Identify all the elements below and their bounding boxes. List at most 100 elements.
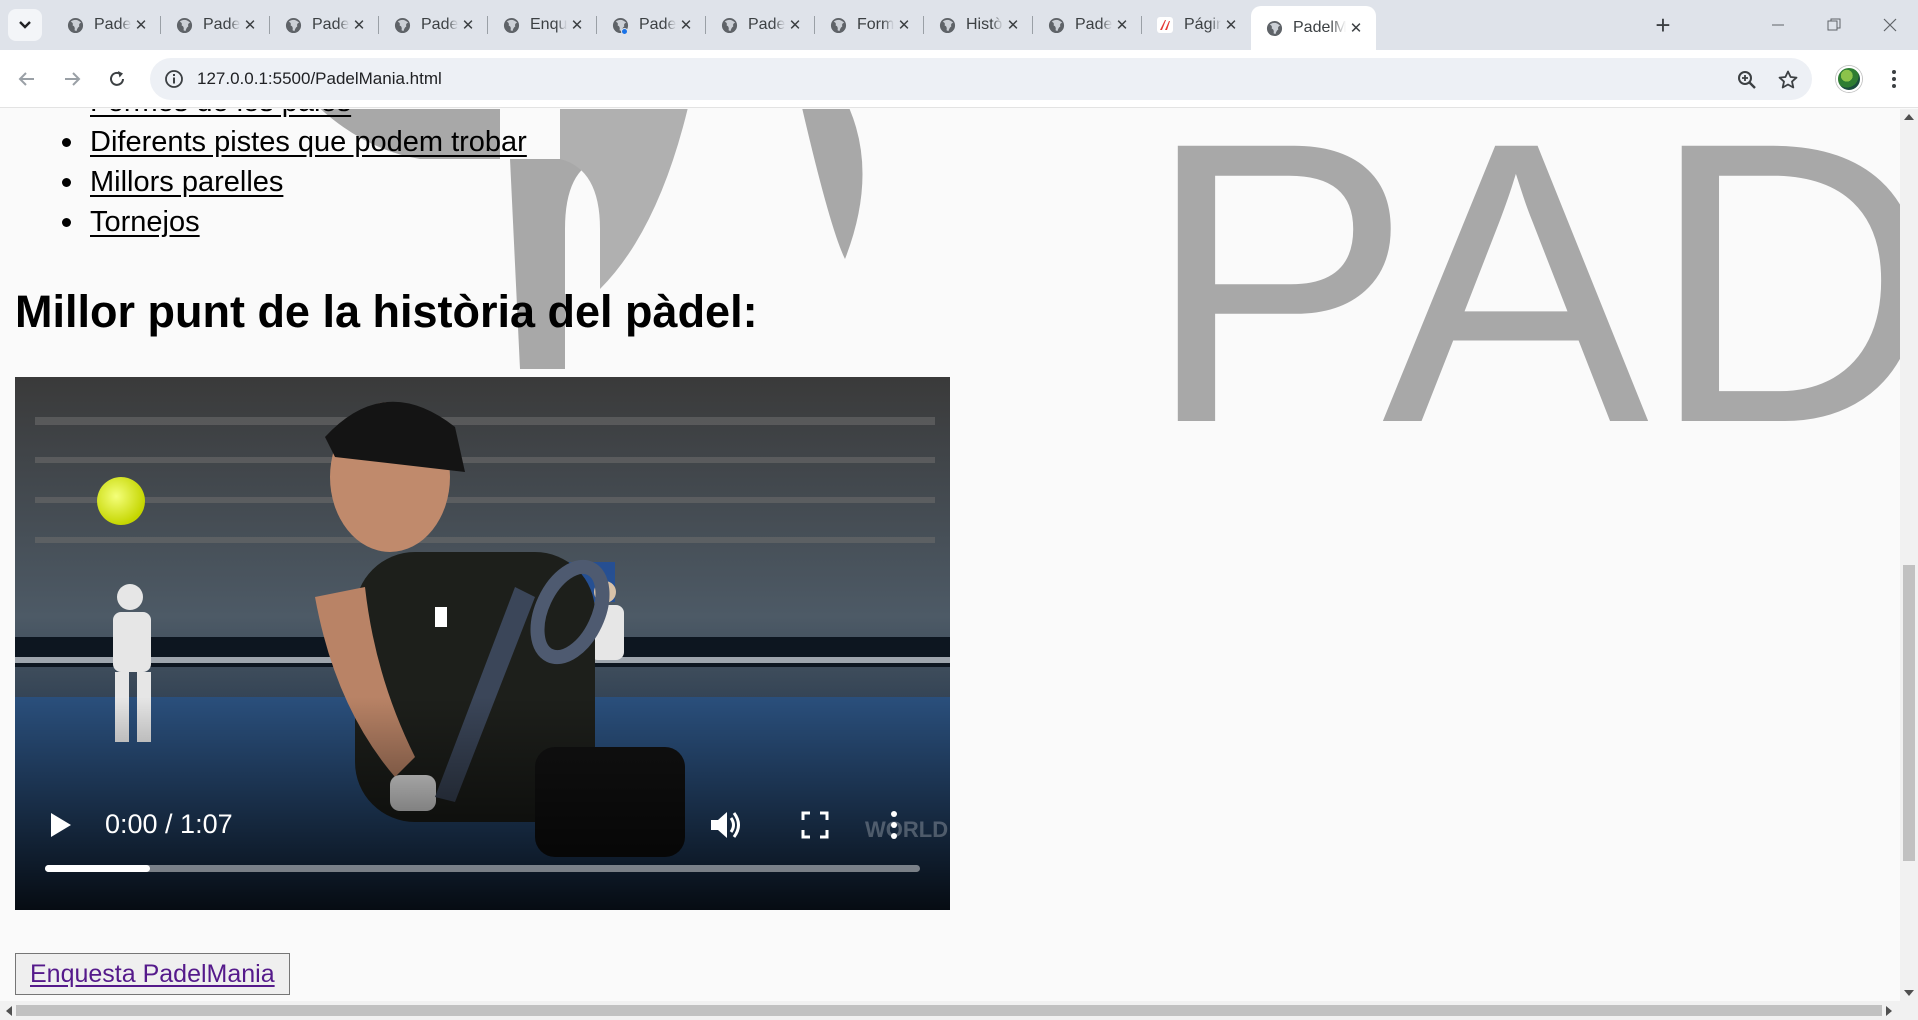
browser-tab[interactable]: PadelMania✕ [1033,8,1142,42]
browser-tab[interactable]: Història✕ [924,8,1033,42]
address-bar[interactable]: 127.0.0.1:5500/PadelMania.html [150,58,1812,100]
plus-icon: + [1655,9,1671,40]
globe-icon [393,16,411,34]
arrow-left-icon [18,72,34,86]
volume-icon[interactable] [707,807,743,843]
tab-close-icon[interactable]: ✕ [349,15,369,35]
tab-loading-indicator [621,28,628,35]
browser-tab[interactable]: PadelMania✕ [379,8,488,42]
minimize-button[interactable] [1750,0,1806,50]
browser-tab[interactable]: PadelMania✕ [161,8,270,42]
tab-close-icon[interactable]: ✕ [1112,15,1132,35]
reload-button[interactable] [101,63,133,95]
tab-title: PadelMania [639,16,676,33]
nav-list-item: Formes de les pales [62,109,527,122]
globe-icon [1265,19,1283,37]
video-watermark: WORLD PADEL [865,817,950,842]
browser-tab[interactable]: PadelMania✕ [270,8,379,42]
play-icon[interactable] [47,809,75,841]
browser-tab[interactable]: PadelMania✕ [706,8,815,42]
topic-nav-list: Formes de les pales Diferents pistes que … [62,109,527,242]
zoom-button[interactable] [1736,69,1758,91]
tab-close-icon[interactable]: ✕ [131,15,151,35]
nav-link[interactable]: Millors parelles [90,166,283,198]
globe-icon [829,16,847,34]
nav-link[interactable]: Tornejos [90,206,200,238]
tab-search-button[interactable] [8,9,42,41]
minimize-icon [1772,24,1784,26]
profile-avatar[interactable] [1836,66,1862,92]
tab-close-icon[interactable]: ✕ [1221,15,1241,35]
tab-title: Història [966,16,1003,33]
laliga-icon [1156,16,1174,34]
scroll-down-arrow-icon[interactable] [1904,990,1914,996]
horizontal-scroll-thumb[interactable] [16,1005,1882,1016]
browser-tab[interactable]: PadelMania✕ [597,8,706,42]
nav-link[interactable]: Formes de les pales [90,109,351,118]
scroll-left-arrow-icon[interactable] [6,1006,12,1016]
globe-icon [720,16,738,34]
address-url: 127.0.0.1:5500/PadelMania.html [197,69,442,88]
chevron-down-icon [19,21,31,29]
zoom-in-icon [1738,71,1756,89]
restore-button[interactable] [1806,0,1862,50]
fullscreen-icon[interactable] [800,810,830,840]
vertical-scrollbar[interactable] [1900,109,1918,1001]
browser-menu-button[interactable] [1880,64,1908,94]
new-tab-button[interactable]: + [1648,10,1678,40]
tab-title: PadelMania [1075,16,1112,33]
nav-list-item: Millors parelles [62,162,527,202]
forward-button[interactable] [56,63,88,95]
tab-title: PadelMania [203,16,240,33]
tab-close-icon[interactable]: ✕ [240,15,260,35]
video-progress-buffered [45,865,150,872]
tab-close-icon[interactable]: ✕ [785,15,805,35]
tab-title: Página [1184,16,1221,33]
vertical-scroll-thumb[interactable] [1903,565,1915,861]
globe-icon [611,16,629,35]
page-heading: Millor punt de la història del pàdel: [15,286,758,337]
tab-close-icon[interactable]: ✕ [567,15,587,35]
tab-title: PadelMania [312,16,349,33]
page-content: Formes de les pales Diferents pistes que … [0,109,1900,1001]
browser-tab[interactable]: Enquesta✕ [488,8,597,42]
tab-close-icon[interactable]: ✕ [458,15,478,35]
more-vert-icon [891,811,897,817]
tab-close-icon[interactable]: ✕ [894,15,914,35]
globe-icon [175,16,193,34]
browser-tab[interactable]: PadelMania✕ [52,8,161,42]
scroll-up-arrow-icon[interactable] [1904,114,1914,120]
tab-title: PadelMania [94,16,131,33]
video-player[interactable]: WORLD PADEL 0:00 / 1:07 [15,377,950,910]
video-progress-bar[interactable] [45,865,920,872]
tab-title: PadelMania [748,16,785,33]
globe-icon [284,16,302,34]
tab-title: PadelMania [1293,19,1346,36]
close-icon [1883,18,1897,32]
site-info-icon[interactable] [164,69,184,89]
tab-title: Enquesta [530,16,567,33]
nav-list-item: Tornejos [62,202,527,242]
arrow-right-icon [65,72,81,86]
video-time: 0:00 / 1:07 [105,809,233,839]
bookmark-button[interactable] [1777,69,1799,91]
reload-icon [110,71,124,86]
survey-link-button[interactable]: Enquesta PadelMania [15,953,290,995]
nav-list-item: Diferents pistes que podem trobar [62,122,527,162]
restore-icon [1827,18,1841,31]
tab-close-icon[interactable]: ✕ [676,15,696,35]
back-button[interactable] [11,63,43,95]
tab-close-icon[interactable]: ✕ [1346,18,1366,38]
nav-link[interactable]: Diferents pistes que podem trobar [90,126,527,158]
more-vert-icon [1892,70,1896,74]
horizontal-scrollbar[interactable] [0,1001,1918,1020]
page-viewport: PAD Formes de les palesDiferents pistes … [0,109,1900,1001]
tab-close-icon[interactable]: ✕ [1003,15,1023,35]
browser-tab[interactable]: Página✕ [1142,8,1251,42]
close-window-button[interactable] [1862,0,1918,50]
browser-tab[interactable]: Formes✕ [815,8,924,42]
tab-active[interactable]: PadelMania✕ [1251,6,1376,50]
video-more-button[interactable] [887,807,901,843]
globe-icon [938,16,956,34]
scroll-right-arrow-icon[interactable] [1886,1006,1892,1016]
